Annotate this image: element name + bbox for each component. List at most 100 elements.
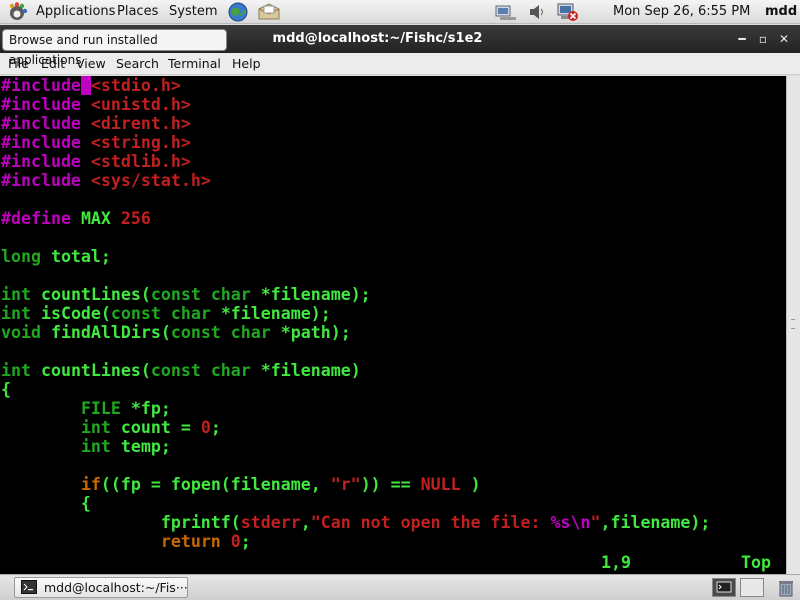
code-token: void — [1, 323, 51, 342]
code-line: #include <dirent.h> — [1, 114, 710, 133]
menu-help[interactable]: Help — [232, 53, 261, 75]
code-token: "r" — [330, 475, 361, 494]
code-line: int count = 0; — [1, 418, 710, 437]
code-token: const char — [150, 361, 261, 380]
cursor-position: 1,9 — [601, 553, 631, 572]
code-text: #include <stdio.h> #include <unistd.h> #in… — [1, 76, 710, 551]
code-line: if((fp = fopen(filename, "r")) == NULL ) — [1, 475, 710, 494]
web-browser-icon[interactable] — [226, 1, 250, 23]
workspace-2[interactable] — [740, 578, 764, 597]
code-line: #include <sys/stat.h> — [1, 171, 710, 190]
text-cursor — [80, 76, 91, 95]
taskbar-terminal-button[interactable]: mdd@localhost:~/Fis··· — [14, 577, 188, 598]
code-token: 256 — [120, 209, 151, 228]
code-token: <stdlib.h> — [90, 152, 191, 171]
code-token: <stdio.h> — [90, 76, 181, 95]
menu-bar: File Edit View Search Terminal Help — [0, 53, 800, 75]
workspace-terminal-icon — [716, 581, 732, 593]
code-token: NULL — [420, 475, 461, 494]
update-notifier-icon[interactable] — [557, 2, 579, 22]
code-token: ; — [240, 532, 251, 551]
code-token: temp; — [120, 437, 171, 456]
terminal-scrollbar[interactable] — [786, 76, 800, 574]
minimize-icon: ━ — [738, 32, 746, 46]
code-token: #define — [1, 209, 81, 228]
gnome-foot-icon[interactable] — [6, 2, 28, 22]
applications-menu[interactable]: Applications — [36, 0, 115, 24]
code-token: ) — [460, 475, 481, 494]
code-token: ,filename); — [600, 513, 711, 532]
mail-client-icon[interactable] — [257, 1, 281, 23]
code-token: countLines( — [40, 285, 151, 304]
code-token: findAllDirs( — [50, 323, 171, 342]
code-token: int — [1, 285, 41, 304]
code-line: int isCode(const char *filename); — [1, 304, 710, 323]
code-token: return — [160, 532, 231, 551]
code-line: #include <string.h> — [1, 133, 710, 152]
code-line: void findAllDirs(const char *path); — [1, 323, 710, 342]
code-line: return 0; — [1, 532, 710, 551]
code-token: 0 — [230, 532, 241, 551]
code-line: #include <stdlib.h> — [1, 152, 710, 171]
code-token: <unistd.h> — [90, 95, 191, 114]
system-menu[interactable]: System — [169, 0, 217, 24]
code-token: <string.h> — [90, 133, 191, 152]
code-token: int — [1, 304, 41, 323]
code-token: count = — [120, 418, 201, 437]
code-token: int — [80, 418, 121, 437]
code-token: #include — [1, 95, 91, 114]
clock[interactable]: Mon Sep 26, 6:55 PM — [613, 0, 750, 24]
maximize-button[interactable]: ▫ — [754, 30, 772, 48]
code-token: int — [1, 361, 41, 380]
code-line: { — [1, 380, 710, 399]
code-line: fprintf(stderr,"Can not open the file: %… — [1, 513, 711, 532]
code-token: const char — [150, 285, 261, 304]
code-token: *fp; — [130, 399, 171, 418]
code-line: int countLines(const char *filename) — [1, 361, 710, 380]
code-token: #include — [1, 114, 91, 133]
scroll-position: Top — [741, 553, 771, 572]
code-token: )) == — [360, 475, 421, 494]
volume-icon[interactable] — [527, 2, 549, 22]
code-token: ; — [210, 418, 221, 437]
code-token: *path); — [280, 323, 351, 342]
workspace-1[interactable] — [712, 578, 736, 597]
code-token: FILE — [80, 399, 131, 418]
menu-search[interactable]: Search — [116, 53, 159, 75]
minimize-button[interactable]: ━ — [733, 30, 751, 48]
code-token: { — [1, 380, 11, 399]
menu-terminal[interactable]: Terminal — [168, 53, 221, 75]
code-token: #include — [1, 133, 91, 152]
code-token: %s\n — [550, 513, 591, 532]
code-token: #include — [1, 171, 91, 190]
close-button[interactable]: ✕ — [775, 30, 793, 48]
code-token: isCode( — [40, 304, 111, 323]
code-line: #include <stdio.h> — [1, 76, 710, 95]
terminal-view[interactable]: #include <stdio.h> #include <unistd.h> #in… — [0, 76, 786, 574]
code-token: const char — [110, 304, 221, 323]
code-token: *filename) — [260, 361, 361, 380]
trash-icon[interactable] — [776, 578, 796, 597]
maximize-icon: ▫ — [758, 32, 768, 46]
code-line: FILE *fp; — [1, 399, 710, 418]
code-token: ((fp = fopen(filename, — [100, 475, 331, 494]
code-token: <sys/stat.h> — [90, 171, 211, 190]
scroll-grip-icon[interactable] — [791, 319, 795, 329]
code-token: #include — [1, 76, 81, 95]
code-token: { — [1, 494, 91, 513]
code-token: *filename); — [220, 304, 331, 323]
code-token: countLines( — [40, 361, 151, 380]
bottom-panel: mdd@localhost:~/Fis··· — [0, 574, 800, 600]
user-menu[interactable]: mdd — [765, 0, 797, 24]
network-icon[interactable] — [494, 2, 516, 22]
code-line: #include <unistd.h> — [1, 95, 710, 114]
code-token: " — [590, 513, 601, 532]
code-token: #include — [1, 152, 91, 171]
code-token: "Can not open the file: — [310, 513, 551, 532]
places-menu[interactable]: Places — [117, 0, 158, 24]
